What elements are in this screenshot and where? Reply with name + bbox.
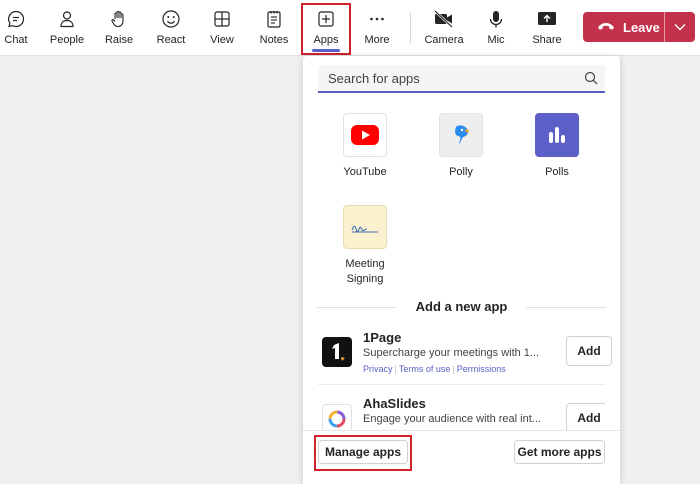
new-app-description: Engage your audience with real int... [363, 413, 541, 425]
leave-label: Leave [623, 19, 660, 35]
toolbar-more-button[interactable]: More [352, 4, 402, 52]
leave-options-button[interactable] [665, 12, 695, 42]
search-icon [577, 71, 605, 85]
toolbar-chat-label: Chat [4, 34, 28, 46]
permissions-link[interactable]: Permissions [457, 364, 506, 374]
toolbar-view-button[interactable]: View [197, 4, 247, 52]
new-app-title: 1Page [363, 330, 402, 345]
chat-icon [5, 8, 27, 30]
leave-control: Leave [583, 12, 695, 42]
toolbar-mic-button[interactable]: Mic [471, 4, 521, 52]
new-app-row-1page: 1Page Supercharge your meetings with 1..… [318, 330, 612, 391]
app-polls[interactable]: Polls [512, 113, 602, 180]
grid-icon [211, 8, 233, 30]
app-polly-label: Polly [449, 166, 473, 178]
app-meeting-signing[interactable]: Meeting Signing [320, 205, 410, 287]
toolbar-raise-button[interactable]: Raise [94, 4, 144, 52]
toolbar-more-label: More [364, 34, 390, 46]
more-icon [366, 8, 388, 30]
1page-logo-icon [322, 337, 352, 367]
app-youtube-label: YouTube [343, 166, 387, 178]
ahaslides-logo-icon [322, 404, 352, 430]
people-icon [56, 8, 78, 30]
toolbar-notes-label: Notes [259, 34, 289, 46]
new-app-description: Supercharge your meetings with 1... [363, 347, 540, 359]
camera-off-icon [433, 8, 455, 30]
mic-icon [485, 8, 507, 30]
app-meeting-signing-label: Meeting Signing [345, 258, 385, 285]
new-app-links: Privacy | Terms of use | Permissions [363, 364, 506, 374]
toolbar-chat-button[interactable]: Chat [0, 4, 41, 52]
polly-icon [439, 113, 483, 157]
app-polly[interactable]: Polly [416, 113, 506, 180]
add-1page-button[interactable]: Add [566, 336, 612, 366]
section-divider-right [526, 307, 606, 308]
search-placeholder: Search for apps [328, 70, 420, 86]
get-more-apps-button[interactable]: Get more apps [514, 440, 605, 464]
app-polls-label: Polls [545, 166, 569, 178]
toolbar-view-label: View [210, 34, 234, 46]
toolbar-people-label: People [49, 34, 85, 46]
signature-icon [343, 205, 387, 249]
apps-flyout-panel: Search for apps YouTube Polly Polls Meet… [303, 56, 620, 484]
toolbar-react-label: React [156, 34, 186, 46]
search-input[interactable]: Search for apps [318, 65, 605, 93]
toolbar-react-button[interactable]: React [146, 4, 196, 52]
toolbar-camera-button[interactable]: Camera [419, 4, 469, 52]
toolbar-divider [410, 12, 411, 44]
row-divider [318, 384, 605, 385]
phone-hangup-icon [597, 18, 615, 36]
youtube-icon [343, 113, 387, 157]
new-app-title: AhaSlides [363, 396, 426, 411]
terms-of-use-link[interactable]: Terms of use [399, 364, 451, 374]
raise-hand-icon [108, 8, 130, 30]
toolbar-camera-label: Camera [424, 34, 464, 46]
polls-icon [535, 113, 579, 157]
leave-button[interactable]: Leave [583, 12, 665, 42]
panel-footer: Manage apps Get more apps [303, 430, 620, 484]
app-youtube[interactable]: YouTube [320, 113, 410, 180]
meeting-toolbar: Chat People Raise React View Notes Apps … [0, 0, 700, 56]
apps-highlight-box [301, 3, 351, 55]
toolbar-mic-label: Mic [487, 34, 505, 46]
toolbar-notes-button[interactable]: Notes [249, 4, 299, 52]
add-ahaslides-button[interactable]: Add [566, 403, 605, 430]
manage-apps-button[interactable]: Manage apps [318, 440, 408, 464]
apps-active-indicator [312, 49, 340, 52]
toolbar-raise-label: Raise [104, 34, 134, 46]
share-icon [536, 8, 558, 30]
toolbar-people-button[interactable]: People [42, 4, 92, 52]
chevron-down-icon [674, 18, 686, 36]
privacy-link[interactable]: Privacy [363, 364, 393, 374]
toolbar-share-label: Share [532, 34, 562, 46]
toolbar-share-button[interactable]: Share [522, 4, 572, 52]
new-app-row-ahaslides: AhaSlides Engage your audience with real… [318, 396, 605, 430]
notes-icon [263, 8, 285, 30]
smiley-icon [160, 8, 182, 30]
